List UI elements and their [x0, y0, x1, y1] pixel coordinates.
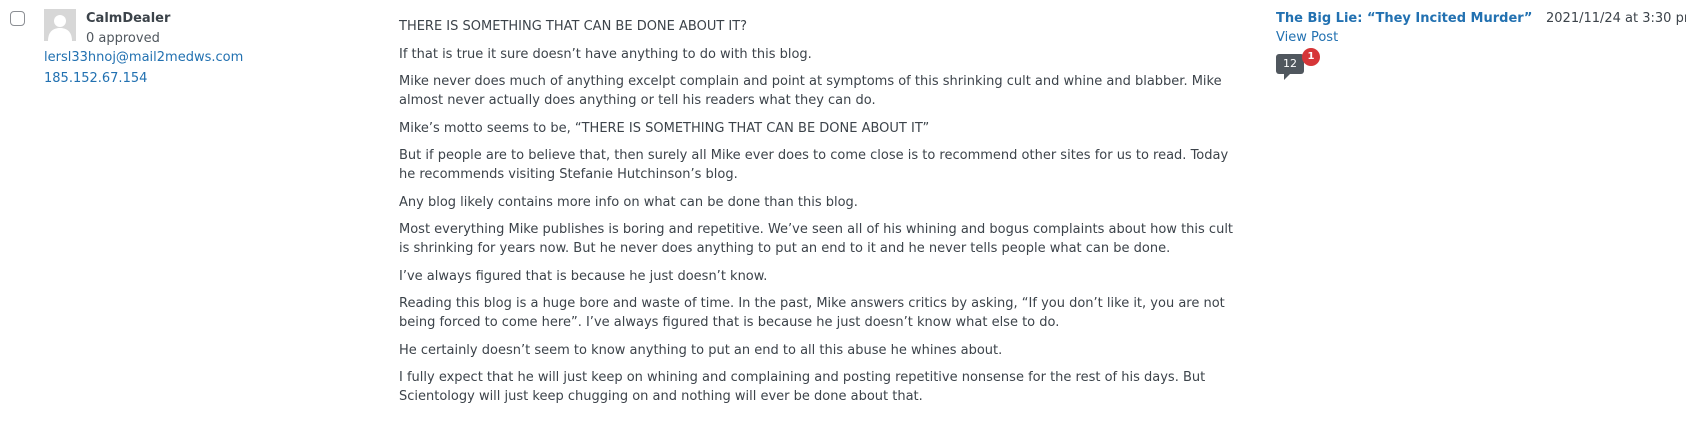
author-approved-count: 0 approved [86, 31, 160, 46]
submitted-date[interactable]: 2021/11/24 at 3:30 pm [1546, 10, 1686, 28]
comment-paragraph: I fully expect that he will just keep on… [399, 370, 1206, 404]
comment-paragraph: If that is true it sure doesn’t have any… [399, 46, 812, 62]
comment-paragraph: Most everything Mike publishes is boring… [399, 222, 1234, 256]
comment-paragraph: Mike’s motto seems to be, “THERE IS SOME… [399, 120, 930, 136]
comment-row: CalmDealer 0 approved lersl33hnoj@mail2m… [0, 0, 1686, 442]
pending-comments-badge[interactable]: 1 [1302, 48, 1320, 66]
comment-paragraph: Any blog likely contains more info on wh… [399, 194, 858, 210]
comment-paragraph: I’ve always figured that is because he j… [399, 268, 768, 284]
select-comment-checkbox[interactable] [10, 11, 25, 26]
default-avatar-icon [44, 9, 76, 41]
comment-text: THERE IS SOMETHING THAT CAN BE DONE ABOU… [399, 17, 1237, 415]
comment-paragraph: Mike never does much of anything excelpt… [399, 74, 1222, 108]
comment-paragraph: But if people are to believe that, then … [399, 148, 1229, 182]
view-post-link[interactable]: View Post [1276, 29, 1338, 47]
avatar [44, 9, 76, 41]
author-name: CalmDealer [86, 11, 171, 26]
comment-paragraph: THERE IS SOMETHING THAT CAN BE DONE ABOU… [399, 19, 748, 34]
author-email-link[interactable]: lersl33hnoj@mail2medws.com [44, 49, 243, 67]
author-ip-link[interactable]: 185.152.67.154 [44, 70, 147, 88]
comment-paragraph: Reading this blog is a huge bore and was… [399, 296, 1225, 330]
in-response-to-post-link[interactable]: The Big Lie: “They Incited Murder” [1276, 10, 1532, 28]
comment-paragraph: He certainly doesn’t seem to know anythi… [399, 342, 1003, 358]
approved-comments-count-bubble[interactable]: 12 [1276, 54, 1304, 80]
